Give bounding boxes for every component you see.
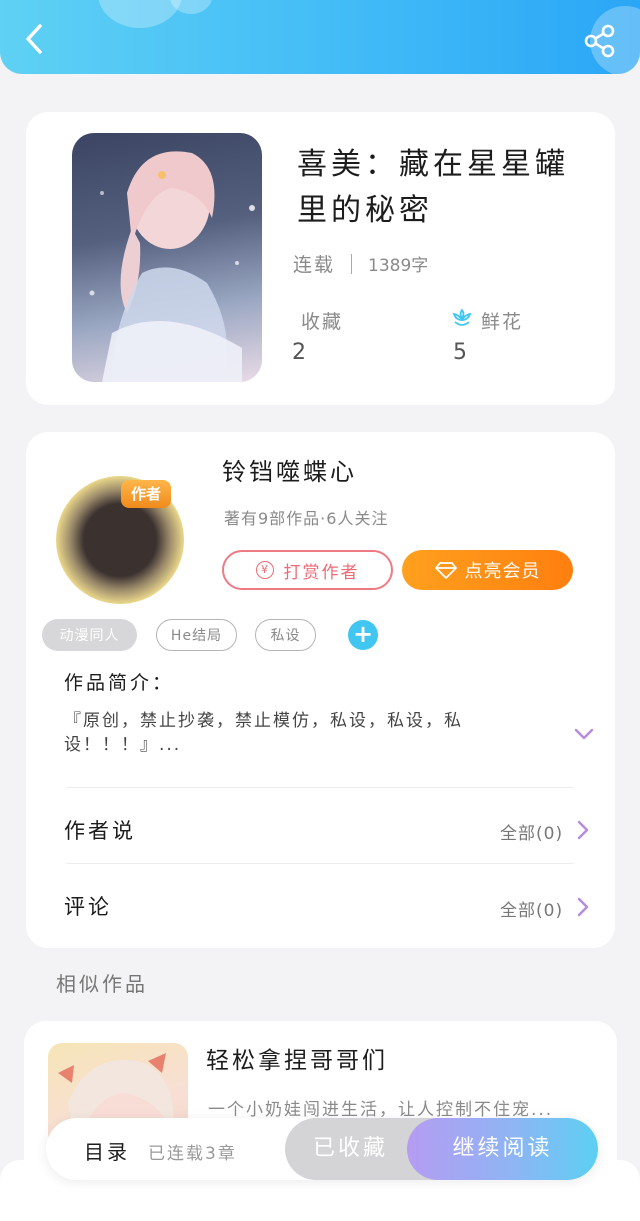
share-icon [584,24,615,58]
tip-author-button[interactable]: ¥ 打赏作者 [222,550,393,590]
flowers-label: 鲜花 [481,311,524,333]
chevron-right-icon [577,897,589,917]
intro-label: 作品简介： [64,672,175,694]
word-count: 1389字 [368,256,429,276]
author-card: 作者 铃铛噬蝶心 著有9部作品·6人关注 ¥ 打赏作者 点亮会员 动漫同人 He… [26,432,615,948]
intro-text: 『原创，禁止抄袭，禁止模仿，私设，私设，私设！！！』... [64,711,463,755]
author-says-all: 全部(0) [500,824,564,844]
add-tag-button[interactable]: + [348,620,378,650]
book-meta: 连载 1389字 [293,250,428,277]
decorative-bubble [98,0,182,28]
similar-book-title: 轻松拿捏哥哥们 [206,1048,388,1074]
comments-all: 全部(0) [500,901,564,921]
tip-author-label: 打赏作者 [283,562,360,583]
back-button[interactable] [20,22,50,56]
tag-item[interactable]: 私设 [255,619,316,651]
similar-section-title: 相似作品 [56,972,148,996]
toc-chapter-count: 已连载3章 [148,1144,237,1164]
yen-icon: ¥ [255,561,274,579]
author-badge: 作者 [121,480,171,508]
chevron-right-icon [577,820,589,840]
favorites-count: 2 [292,340,306,365]
author-stats: 著有9部作品·6人关注 [224,509,389,528]
chevron-down-icon[interactable] [573,726,595,742]
flowers-count: 5 [453,340,467,365]
divider [66,787,574,788]
diamond-icon [434,562,457,579]
toc-label: 目录 [84,1140,130,1164]
continue-reading-button[interactable]: 继续阅读 [407,1118,598,1180]
author-says-label: 作者说 [64,819,136,843]
author-name[interactable]: 铃铛噬蝶心 [222,452,357,487]
book-info-card: 喜美：藏在星星罐里的秘密 连载 1389字 收藏 2 鲜花 5 [26,112,615,405]
serial-status: 连载 [293,254,336,276]
tag-item[interactable]: 动漫同人 [42,619,137,651]
share-button[interactable] [582,24,618,58]
flower-icon [452,308,472,326]
chevron-left-icon [26,24,42,54]
bottom-action-bar: 目录 已连载3章 已收藏 继续阅读 [46,1118,598,1180]
top-header [0,0,640,74]
comments-label: 评论 [64,895,112,919]
tag-item[interactable]: He结局 [156,619,237,651]
vip-label: 点亮会员 [464,561,541,582]
similar-book-desc: 一个小奶娃闯进生活，让人控制不住宠... [208,1100,554,1120]
cover-illustration [89,151,255,382]
meta-divider [351,253,353,274]
divider [66,863,574,864]
vip-button[interactable]: 点亮会员 [402,550,573,590]
decorative-bubble [170,0,212,14]
book-title: 喜美：藏在星星罐里的秘密 [297,147,569,228]
favorites-label: 收藏 [301,311,344,333]
book-cover-image[interactable] [72,133,262,382]
